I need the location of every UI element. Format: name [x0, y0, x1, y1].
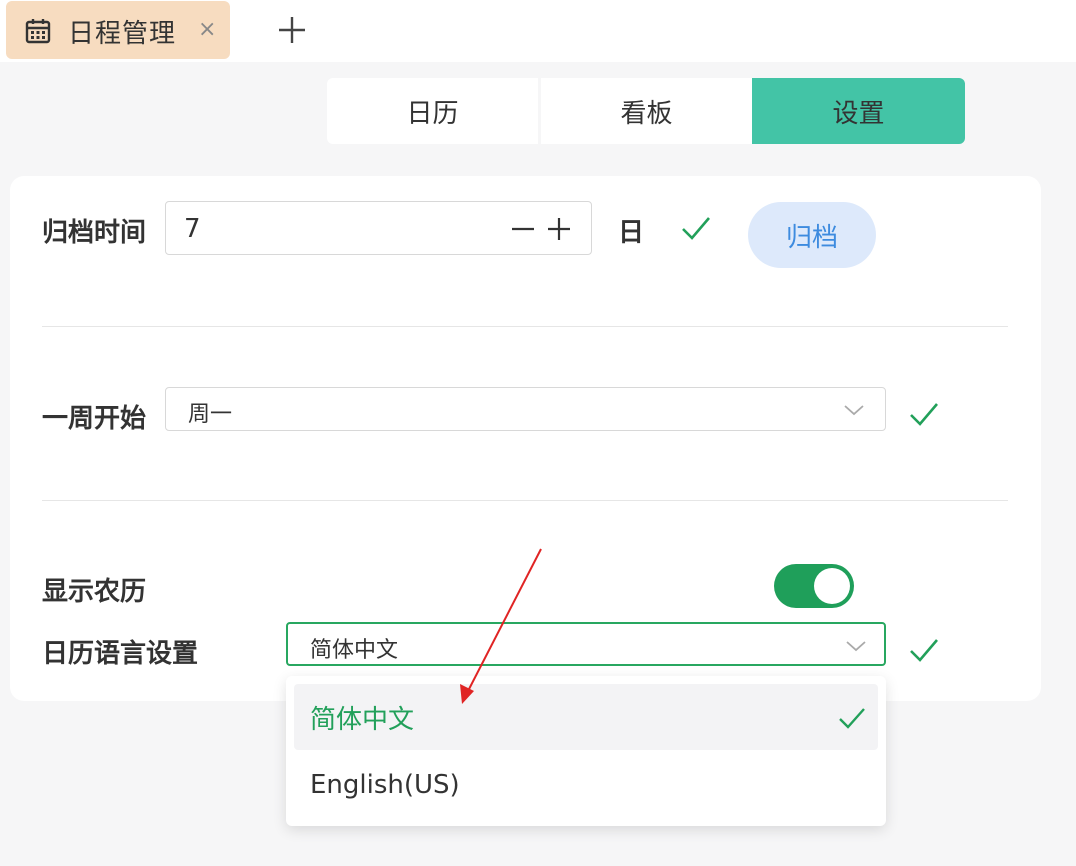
calendar-language-value: 简体中文: [310, 638, 399, 663]
calendar-language-select[interactable]: 简体中文: [286, 622, 886, 666]
archive-time-label: 归档时间: [42, 218, 147, 248]
plus-icon[interactable]: [276, 14, 308, 46]
minus-icon[interactable]: [510, 216, 536, 242]
tab-schedule-management[interactable]: 日程管理 ×: [6, 1, 230, 59]
language-dropdown-menu: 简体中文 English(US): [286, 676, 886, 826]
divider: [42, 326, 1008, 327]
tab-bar: 日程管理 ×: [0, 0, 1076, 62]
archive-unit-label: 日: [618, 218, 645, 248]
calendar-icon: [25, 19, 51, 44]
archive-button[interactable]: 归档: [748, 202, 876, 268]
check-icon[interactable]: [908, 398, 940, 430]
language-option-english-us[interactable]: English(US): [294, 752, 878, 818]
show-lunar-toggle[interactable]: [774, 564, 854, 608]
archive-days-stepper[interactable]: 7: [165, 201, 592, 255]
view-tab-board[interactable]: 看板: [541, 78, 752, 144]
chevron-down-icon: [846, 641, 866, 652]
tab-title: 日程管理: [68, 19, 177, 49]
plus-icon[interactable]: [546, 216, 572, 242]
option-label: English(US): [310, 770, 460, 800]
week-start-value: 周一: [188, 402, 233, 427]
week-start-select[interactable]: 周一: [165, 387, 886, 431]
chevron-down-icon: [844, 405, 864, 416]
view-tab-calendar[interactable]: 日历: [327, 78, 538, 144]
option-label: 简体中文: [310, 704, 415, 735]
settings-card: 归档时间 7 日 归档 一周开始 周一 显示农历 日历语言设置 简体中文: [10, 176, 1041, 701]
divider: [42, 500, 1008, 501]
view-tab-settings[interactable]: 设置: [752, 78, 965, 144]
check-icon[interactable]: [680, 212, 712, 244]
archive-days-value[interactable]: 7: [184, 214, 201, 244]
show-lunar-label: 显示农历: [42, 577, 147, 607]
toggle-knob: [814, 568, 850, 604]
check-icon: [839, 708, 865, 729]
tab-close-icon[interactable]: ×: [198, 17, 216, 43]
check-icon[interactable]: [908, 634, 940, 666]
week-start-label: 一周开始: [42, 404, 147, 434]
calendar-language-label: 日历语言设置: [42, 639, 199, 669]
language-option-simplified-chinese[interactable]: 简体中文: [294, 684, 878, 750]
